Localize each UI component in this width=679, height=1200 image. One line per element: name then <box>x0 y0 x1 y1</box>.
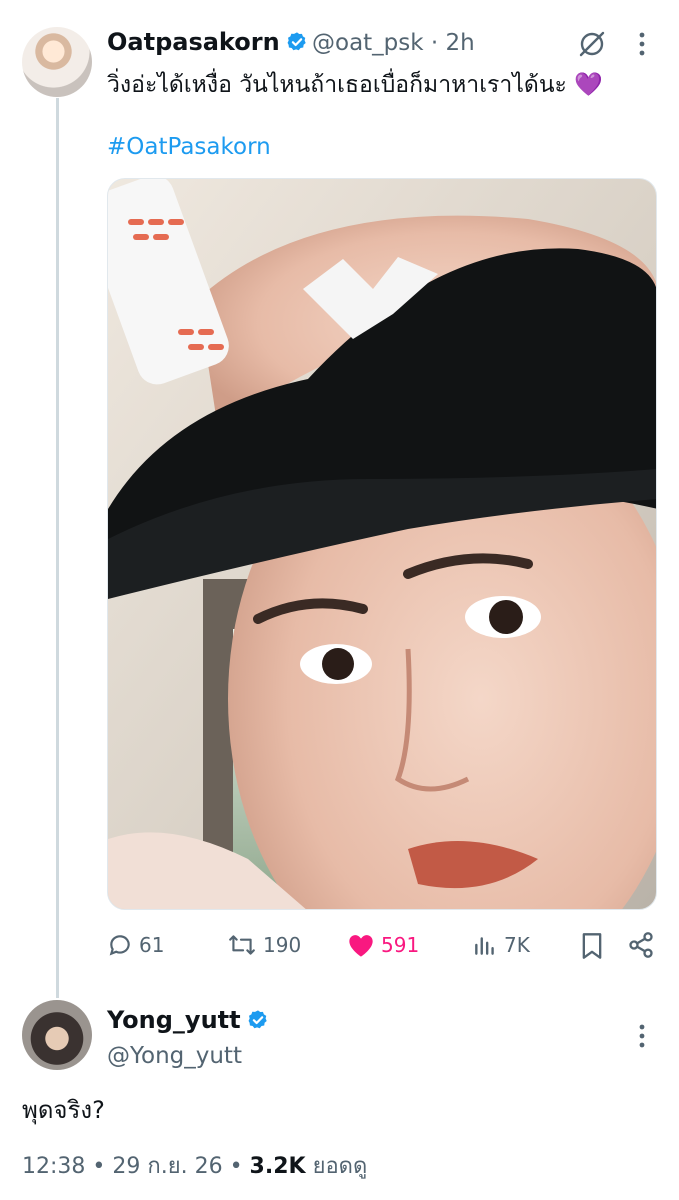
author-name[interactable]: Oatpasakorn <box>107 28 280 56</box>
views-button[interactable]: 7K <box>472 928 530 962</box>
footer-dot: • <box>92 1154 106 1179</box>
thread-connector-line <box>56 98 59 998</box>
share-icon[interactable] <box>627 930 655 960</box>
reply-text: พุดจริง? <box>22 1096 105 1124</box>
avatar[interactable] <box>22 27 92 97</box>
hashtag-link[interactable]: #OatPasakorn <box>107 132 271 162</box>
meta-separator: · <box>430 30 439 56</box>
verified-badge-icon <box>248 1010 267 1029</box>
author-handle[interactable]: @oat_psk <box>312 30 424 56</box>
reply-count: 61 <box>139 933 165 957</box>
reply-icon <box>109 935 130 956</box>
more-options-icon[interactable] <box>635 30 649 58</box>
view-count: 7K <box>504 933 530 957</box>
reply-more-options-icon[interactable] <box>635 1022 649 1050</box>
footer-dot: • <box>229 1154 243 1179</box>
reply-handle[interactable]: @Yong_yutt <box>107 1042 242 1070</box>
repost-button[interactable]: 190 <box>227 928 301 962</box>
reply-author-name[interactable]: Yong_yutt <box>107 1006 241 1034</box>
tweet-author[interactable]: Oatpasakorn <box>107 28 308 56</box>
reply-button[interactable]: 61 <box>107 928 164 962</box>
analytics-icon <box>475 937 494 955</box>
tweet-meta: @oat_psk · 2h <box>312 29 475 57</box>
reply-footer: 12:38 • 29 ก.ย. 26 • 3.2K ยอดดู <box>22 1152 367 1182</box>
tweet-text: วิ่งอ่ะได้เหงื่อ วันไหนถ้าเธอเบื่อก็มาหา… <box>107 72 603 98</box>
repost-count: 190 <box>263 933 302 957</box>
reply-date[interactable]: 29 ก.ย. 26 <box>112 1154 222 1179</box>
grok-icon[interactable] <box>577 29 607 59</box>
reply-avatar[interactable] <box>22 1000 92 1070</box>
reply-view-count: 3.2K <box>249 1154 306 1179</box>
tweet-actions: 61 190 591 7K <box>107 928 667 962</box>
reply-time[interactable]: 12:38 <box>22 1154 85 1179</box>
like-count: 591 <box>381 933 420 957</box>
tweet-photo[interactable] <box>107 178 657 910</box>
heart-icon <box>349 935 373 957</box>
photo-illustration <box>108 179 656 909</box>
repost-icon <box>229 935 255 955</box>
like-button[interactable]: 591 <box>347 928 419 962</box>
tweet-time[interactable]: 2h <box>446 30 475 56</box>
reply-author[interactable]: Yong_yutt <box>107 1006 269 1034</box>
verified-badge-icon <box>287 32 306 51</box>
reply-view-label: ยอดดู <box>312 1154 368 1179</box>
bookmark-icon[interactable] <box>580 932 604 960</box>
